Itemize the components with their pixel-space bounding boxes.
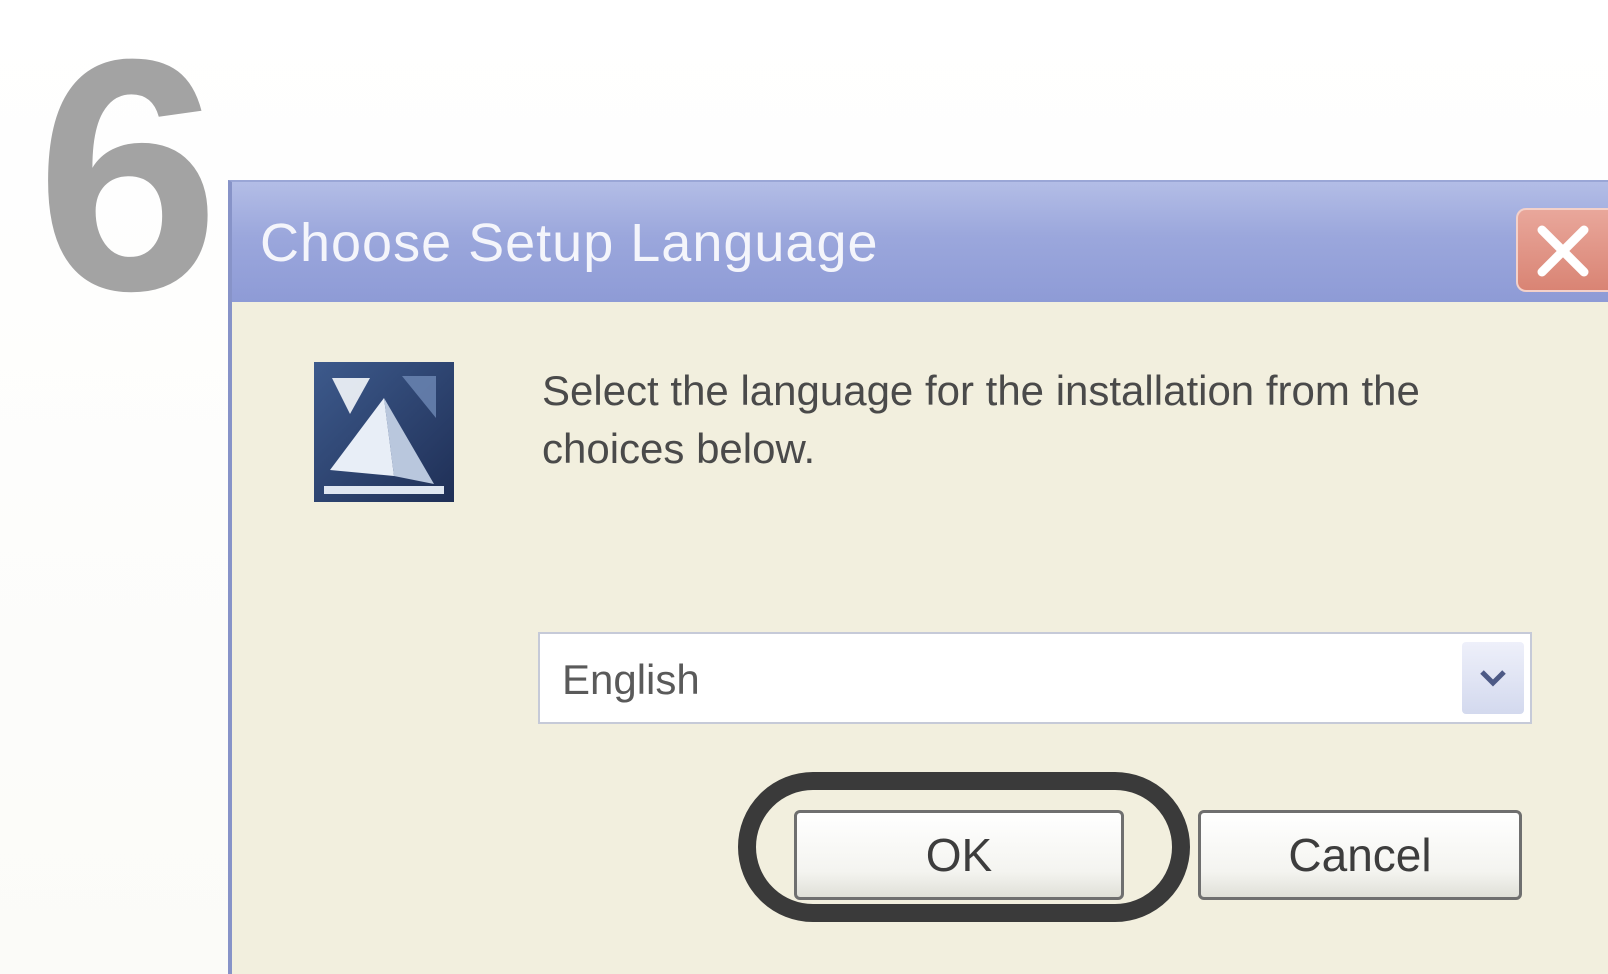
dialog-message: Select the language for the installation… (542, 367, 1420, 472)
chevron-down-icon (1480, 670, 1506, 687)
ok-button[interactable]: OK (794, 810, 1124, 900)
dialog-titlebar[interactable]: Choose Setup Language (232, 182, 1608, 302)
language-select[interactable]: English (538, 632, 1532, 724)
instruction-page: 6 Choose Setup Language Select the langu… (0, 0, 1608, 974)
language-select-value: English (562, 656, 700, 703)
setup-icon (314, 362, 454, 502)
dialog-title: Choose Setup Language (260, 213, 879, 273)
setup-language-dialog: Choose Setup Language Select the languag… (228, 180, 1608, 974)
step-number: 6 (36, 0, 220, 359)
close-icon (1537, 225, 1589, 277)
cancel-button[interactable]: Cancel (1198, 810, 1522, 900)
dropdown-button[interactable] (1462, 642, 1524, 714)
close-button[interactable] (1516, 208, 1608, 292)
